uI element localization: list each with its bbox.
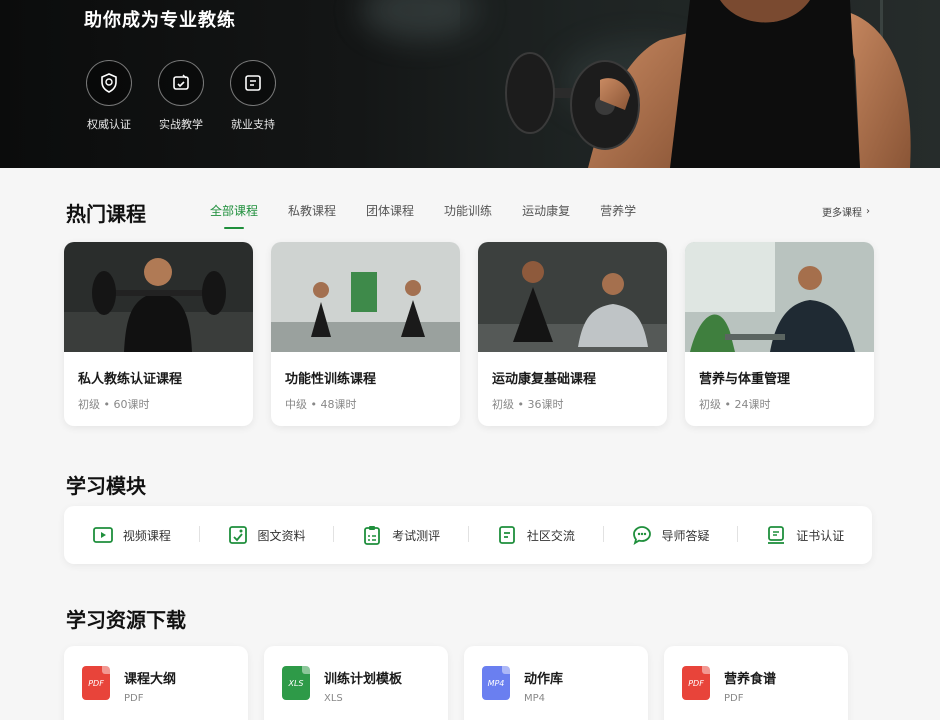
resource-type: MP4 bbox=[524, 693, 546, 704]
hero-feature-label: 就业支持 bbox=[231, 118, 275, 131]
course-card-list: 私人教练认证课程 初级 • 60课时 功能性训练课程 中级 • 48课时 运动康… bbox=[64, 242, 874, 426]
module-label: 视频课程 bbox=[122, 528, 171, 543]
modules-section-title: 学习模块 bbox=[66, 474, 146, 498]
course-card-functional-training[interactable]: 功能性训练课程 中级 • 48课时 bbox=[271, 242, 460, 426]
career-support-icon bbox=[230, 60, 276, 106]
tab-all-courses[interactable]: 全部课程 bbox=[210, 202, 258, 229]
mp4-file-icon: MP4 bbox=[482, 666, 510, 700]
athlete-with-dumbbell-image bbox=[460, 0, 940, 168]
course-meta: 初级 • 60课时 bbox=[78, 398, 150, 411]
module-label: 证书认证 bbox=[796, 528, 845, 543]
module-exam[interactable]: 考试测评 bbox=[333, 524, 468, 546]
course-name: 私人教练认证课程 bbox=[78, 372, 183, 387]
chevron-right-icon: › bbox=[866, 206, 870, 217]
resource-type: XLS bbox=[324, 693, 343, 704]
course-tab-bar: 全部课程 私教课程 团体课程 功能训练 运动康复 营养学 bbox=[210, 202, 666, 229]
module-label: 社区交流 bbox=[526, 528, 575, 543]
hero-feature-list: 权威认证 实战教学 就业支持 bbox=[84, 60, 278, 132]
resource-name: 课程大纲 bbox=[124, 672, 177, 687]
tutor-chat-icon bbox=[632, 526, 651, 545]
resource-nutrition-recipes[interactable]: PDF 营养食谱 PDF bbox=[664, 646, 848, 720]
course-meta: 初级 • 24课时 bbox=[699, 398, 771, 411]
course-meta: 初级 • 36课时 bbox=[492, 398, 564, 411]
course-name: 功能性训练课程 bbox=[285, 372, 377, 387]
resource-name: 营养食谱 bbox=[724, 672, 777, 687]
course-card-sports-rehab[interactable]: 运动康复基础课程 初级 • 36课时 bbox=[478, 242, 667, 426]
certified-badge-icon bbox=[86, 60, 132, 106]
course-card-nutrition[interactable]: 营养与体重管理 初级 • 24课时 bbox=[685, 242, 874, 426]
module-image-docs[interactable]: 图文资料 bbox=[198, 524, 334, 546]
resource-type: PDF bbox=[124, 693, 144, 704]
course-image-functional-training bbox=[271, 242, 460, 352]
module-video-courses[interactable]: 视频课程 bbox=[64, 524, 199, 546]
courses-section-title: 热门课程 bbox=[66, 202, 146, 226]
resource-list: PDF 课程大纲 PDF XLS 训练计划模板 XLS MP4 动作库 MP4 … bbox=[64, 646, 848, 720]
course-name: 营养与体重管理 bbox=[699, 372, 791, 387]
module-label: 图文资料 bbox=[257, 528, 306, 543]
resource-type: PDF bbox=[724, 693, 744, 704]
module-tutor-qa[interactable]: 导师答疑 bbox=[602, 524, 738, 546]
tab-private-courses[interactable]: 私教课程 bbox=[288, 202, 336, 229]
course-name: 运动康复基础课程 bbox=[492, 372, 597, 387]
hero-feature-certified: 权威认证 bbox=[84, 60, 134, 132]
pdf-file-icon: PDF bbox=[682, 666, 710, 700]
hero-feature-label: 实战教学 bbox=[159, 118, 203, 131]
resource-name: 训练计划模板 bbox=[324, 672, 403, 687]
resource-exercise-library[interactable]: MP4 动作库 MP4 bbox=[464, 646, 648, 720]
module-community[interactable]: 社区交流 bbox=[468, 524, 603, 546]
more-courses-label: 更多课程 bbox=[822, 208, 862, 219]
hero-subtitle: 助你成为专业教练 bbox=[84, 10, 236, 31]
xls-file-icon: XLS bbox=[282, 666, 310, 700]
hero-feature-practice: 实战教学 bbox=[156, 60, 206, 132]
tab-group-courses[interactable]: 团体课程 bbox=[366, 202, 414, 229]
module-certificate[interactable]: 证书认证 bbox=[737, 524, 872, 546]
community-chat-icon bbox=[498, 526, 515, 544]
course-meta: 中级 • 48课时 bbox=[285, 398, 357, 411]
learning-module-bar: 视频课程 图文资料 考试测评 社区交流 导师答疑 证书认证 bbox=[64, 506, 872, 564]
hero-banner: 助你成为专业教练 权威认证 实战教学 就业支持 bbox=[0, 0, 940, 168]
tab-nutrition[interactable]: 营养学 bbox=[600, 202, 636, 229]
certificate-icon bbox=[768, 526, 785, 544]
resource-name: 动作库 bbox=[524, 672, 564, 687]
tab-sports-rehab[interactable]: 运动康复 bbox=[522, 202, 570, 229]
resource-training-plan-template[interactable]: XLS 训练计划模板 XLS bbox=[264, 646, 448, 720]
module-label: 导师答疑 bbox=[661, 528, 710, 543]
image-doc-icon bbox=[228, 526, 247, 544]
course-image-sports-rehab bbox=[478, 242, 667, 352]
exam-clipboard-icon bbox=[364, 526, 381, 545]
more-courses-link[interactable]: 更多课程 › bbox=[822, 204, 870, 219]
course-image-nutrition bbox=[685, 242, 874, 352]
resources-section-title: 学习资源下载 bbox=[66, 608, 186, 632]
course-card-personal-trainer[interactable]: 私人教练认证课程 初级 • 60课时 bbox=[64, 242, 253, 426]
video-play-icon bbox=[92, 527, 113, 543]
module-label: 考试测评 bbox=[392, 528, 441, 543]
tab-functional-training[interactable]: 功能训练 bbox=[444, 202, 492, 229]
hero-feature-career: 就业支持 bbox=[228, 60, 278, 132]
course-image-dumbbell-curl bbox=[64, 242, 253, 352]
practice-teaching-icon bbox=[158, 60, 204, 106]
resource-course-outline[interactable]: PDF 课程大纲 PDF bbox=[64, 646, 248, 720]
pdf-file-icon: PDF bbox=[82, 666, 110, 700]
hero-feature-label: 权威认证 bbox=[87, 118, 131, 131]
